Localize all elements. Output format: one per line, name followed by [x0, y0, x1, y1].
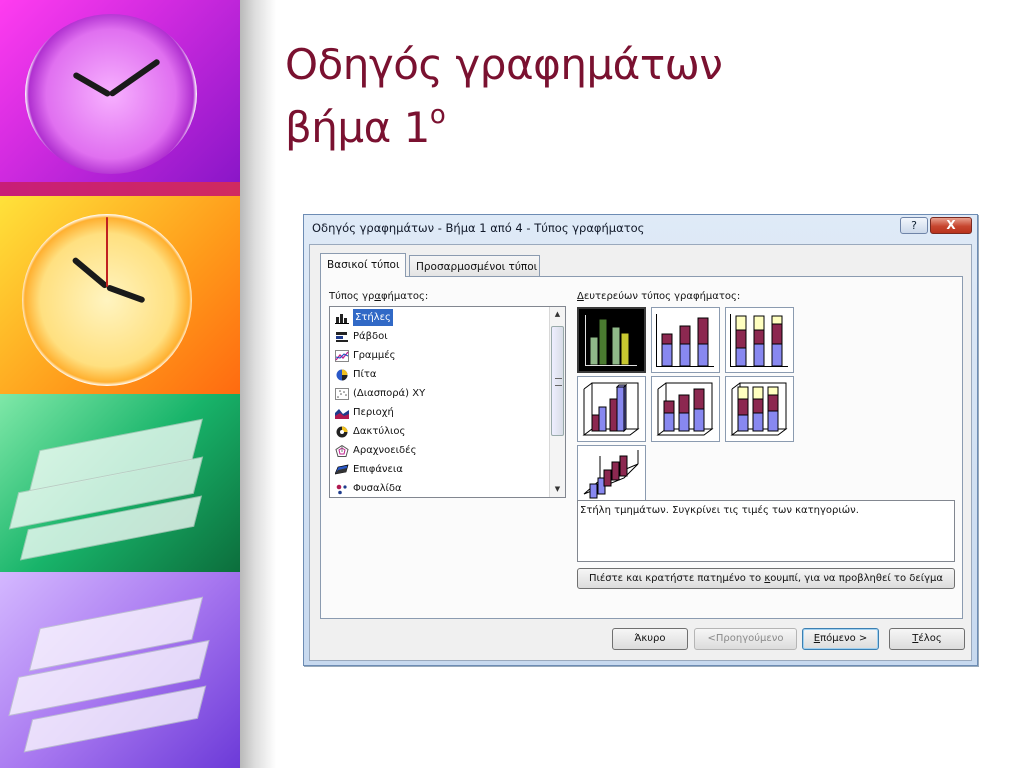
- list-item-lines[interactable]: Γραμμές: [333, 347, 551, 364]
- 3d-clustered-column-icon: [582, 382, 640, 436]
- chart-wizard-dialog: Οδηγός γραφημάτων - Βήμα 1 από 4 - Τύπος…: [303, 214, 978, 666]
- subtype-stacked-column[interactable]: [651, 307, 720, 373]
- chart-type-list[interactable]: Στήλες Ράβδοι Γραμμές Πίτα (Διασπορά) XY…: [329, 306, 566, 498]
- strip-shadow: [240, 0, 276, 768]
- dialog-titlebar[interactable]: Οδηγός γραφημάτων - Βήμα 1 από 4 - Τύπος…: [304, 215, 977, 241]
- list-item-area[interactable]: Περιοχή: [333, 404, 551, 421]
- stacked-100-column-icon: [730, 314, 788, 367]
- column-chart-icon: [335, 313, 349, 324]
- purple-clock-photo: [0, 0, 240, 182]
- scatter-chart-icon: [335, 387, 349, 400]
- clustered-column-icon: [585, 315, 637, 366]
- stacked-column-icon: [656, 314, 714, 367]
- surface-chart-icon: [335, 464, 349, 474]
- subtype-clustered-column[interactable]: [577, 307, 646, 373]
- subtype-3d-100-percent-stacked-column[interactable]: [725, 376, 794, 442]
- bubble-chart-icon: [336, 484, 347, 494]
- dialog-client-area: Βασικοί τύποι Προσαρμοσμένοι τύποι Τύπος…: [309, 244, 972, 661]
- list-item-pie[interactable]: Πίτα: [333, 366, 551, 383]
- subtype-description: Στήλη τμημάτων. Συγκρίνει τις τιμές των …: [580, 505, 859, 516]
- pie-chart-icon: [336, 369, 348, 380]
- list-item-bars[interactable]: Ράβδοι: [333, 328, 551, 345]
- list-item-scatter[interactable]: (Διασπορά) XY: [333, 385, 551, 402]
- list-item-doughnut[interactable]: Δακτύλιος: [333, 423, 551, 440]
- next-button[interactable]: Επόμενο >: [802, 628, 879, 650]
- decorative-photo-strip: [0, 0, 240, 768]
- finish-button[interactable]: Τέλος: [889, 628, 965, 650]
- yellow-clock-photo: [0, 196, 240, 394]
- chart-type-label: Τύπος γραφήματος:: [329, 291, 429, 302]
- doughnut-chart-icon: [336, 426, 348, 437]
- back-button[interactable]: <Προηγούμενο: [694, 628, 797, 650]
- bar-chart-icon: [336, 331, 348, 342]
- list-item-columns[interactable]: Στήλες: [333, 309, 551, 326]
- list-item-bubble[interactable]: Φυσαλίδα: [333, 480, 551, 497]
- chart-type-scrollbar[interactable]: ▲ ▼: [549, 307, 565, 497]
- subtype-3d-stacked-column[interactable]: [651, 376, 720, 442]
- close-button[interactable]: X: [930, 217, 972, 234]
- scroll-up-arrow-icon[interactable]: ▲: [550, 307, 565, 322]
- 3d-stacked-column-icon: [656, 382, 714, 436]
- tab-panel: Τύπος γραφήματος: Δευτερεύων τύπος γραφή…: [320, 276, 963, 619]
- help-button[interactable]: ?: [900, 217, 928, 234]
- list-item-radar[interactable]: Αραχνοειδές: [333, 442, 551, 459]
- radar-chart-icon: [335, 444, 349, 457]
- subtype-100-percent-stacked-column[interactable]: [725, 307, 794, 373]
- subtype-description-box: Στήλη τμημάτων. Συγκρίνει τις τιμές των …: [577, 500, 955, 562]
- tab-standard-types[interactable]: Βασικοί τύποι: [320, 253, 406, 277]
- area-chart-icon: [335, 408, 349, 419]
- 3d-stacked-100-column-icon: [730, 382, 788, 436]
- green-papers-photo: [0, 394, 240, 572]
- scroll-down-arrow-icon[interactable]: ▼: [550, 482, 565, 497]
- scrollbar-thumb[interactable]: [551, 326, 564, 436]
- chart-subtype-label: Δευτερεύων τύπος γραφήματος:: [577, 291, 741, 302]
- slide-title: Οδηγός γραφημάτων βήμα 1ο: [285, 40, 723, 152]
- tab-custom-types[interactable]: Προσαρμοσμένοι τύποι: [409, 255, 540, 277]
- lilac-papers-photo: [0, 572, 240, 768]
- list-item-surface[interactable]: Επιφάνεια: [333, 461, 551, 478]
- line-chart-icon: [335, 349, 349, 362]
- cancel-button[interactable]: Άκυρο: [612, 628, 688, 650]
- press-to-view-sample-button[interactable]: Πιέστε και κρατήστε πατημένο το κουμπί, …: [577, 568, 955, 589]
- subtype-3d-clustered-column[interactable]: [577, 376, 646, 442]
- dialog-title: Οδηγός γραφημάτων - Βήμα 1 από 4 - Τύπος…: [312, 221, 645, 235]
